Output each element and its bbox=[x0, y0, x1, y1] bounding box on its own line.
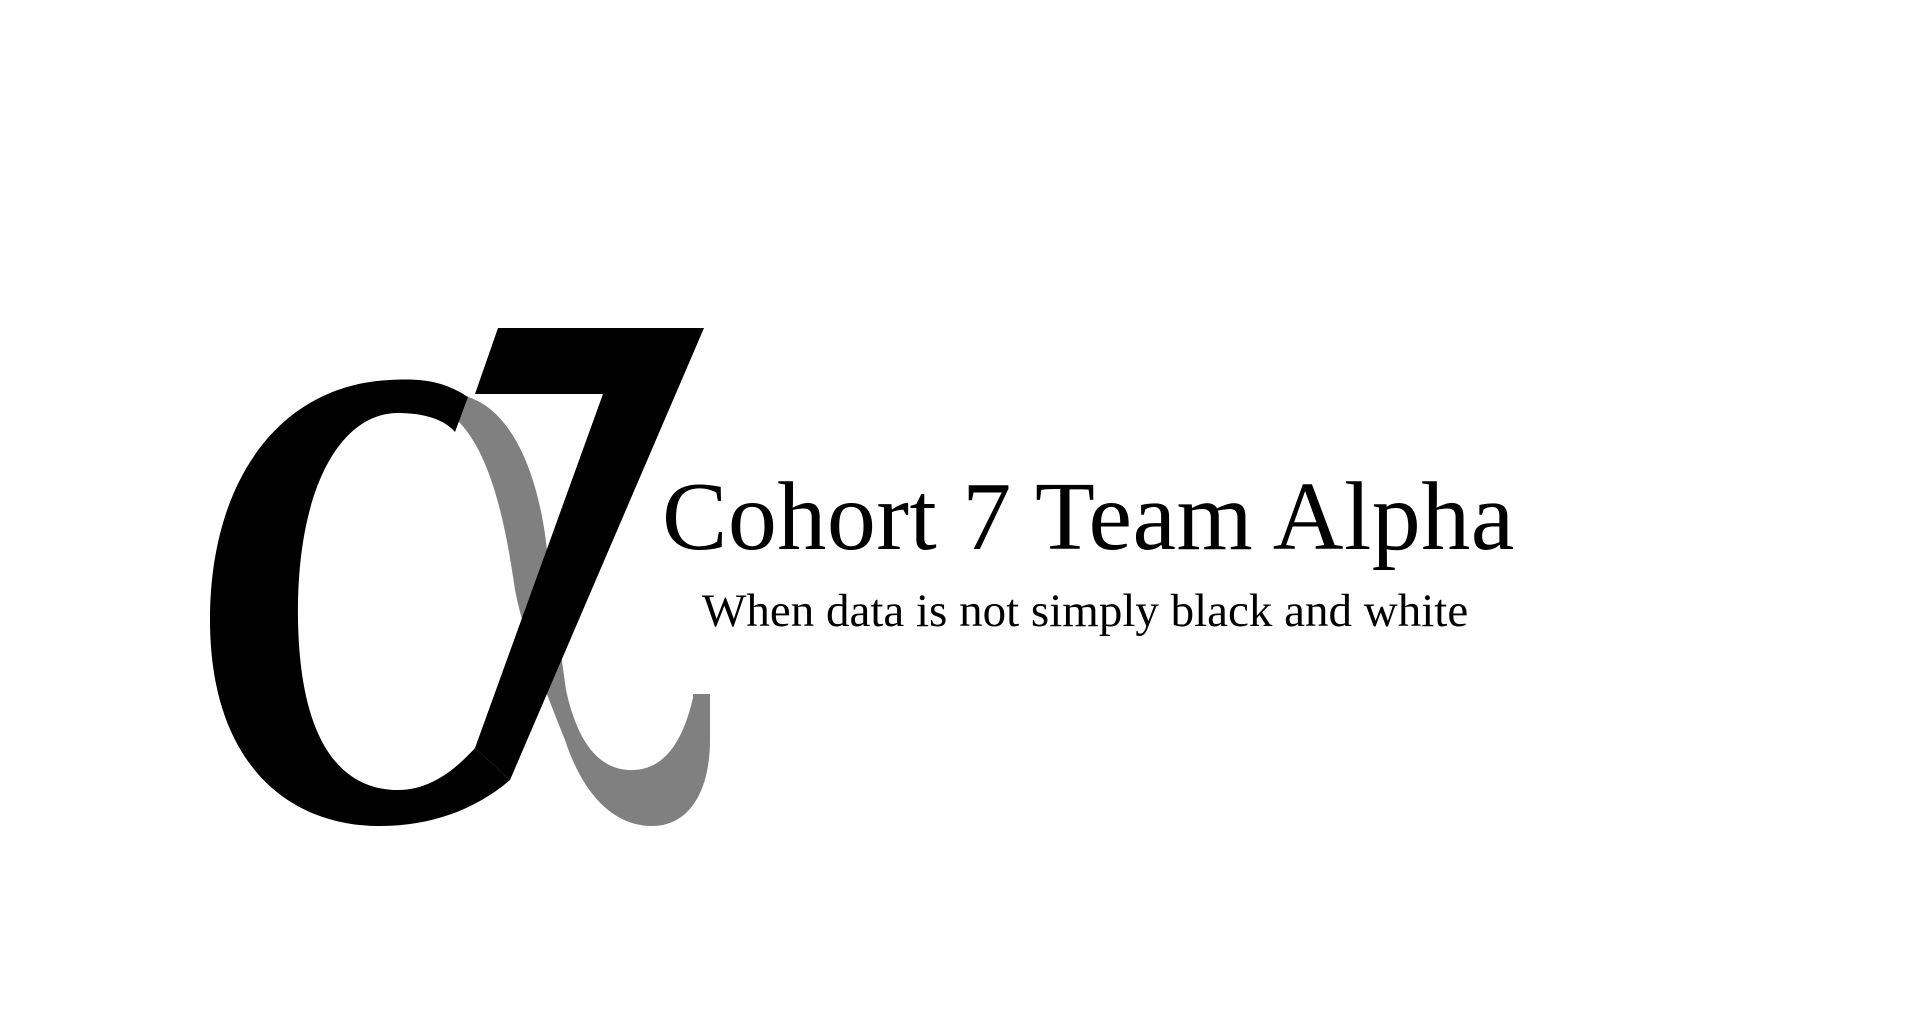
tagline: When data is not simply black and white bbox=[702, 585, 1469, 637]
logo: Cohort 7 Team Alpha When data is not sim… bbox=[0, 0, 1914, 1034]
alpha-bowl-black bbox=[210, 379, 510, 826]
team-name: Cohort 7 Team Alpha bbox=[662, 463, 1515, 571]
